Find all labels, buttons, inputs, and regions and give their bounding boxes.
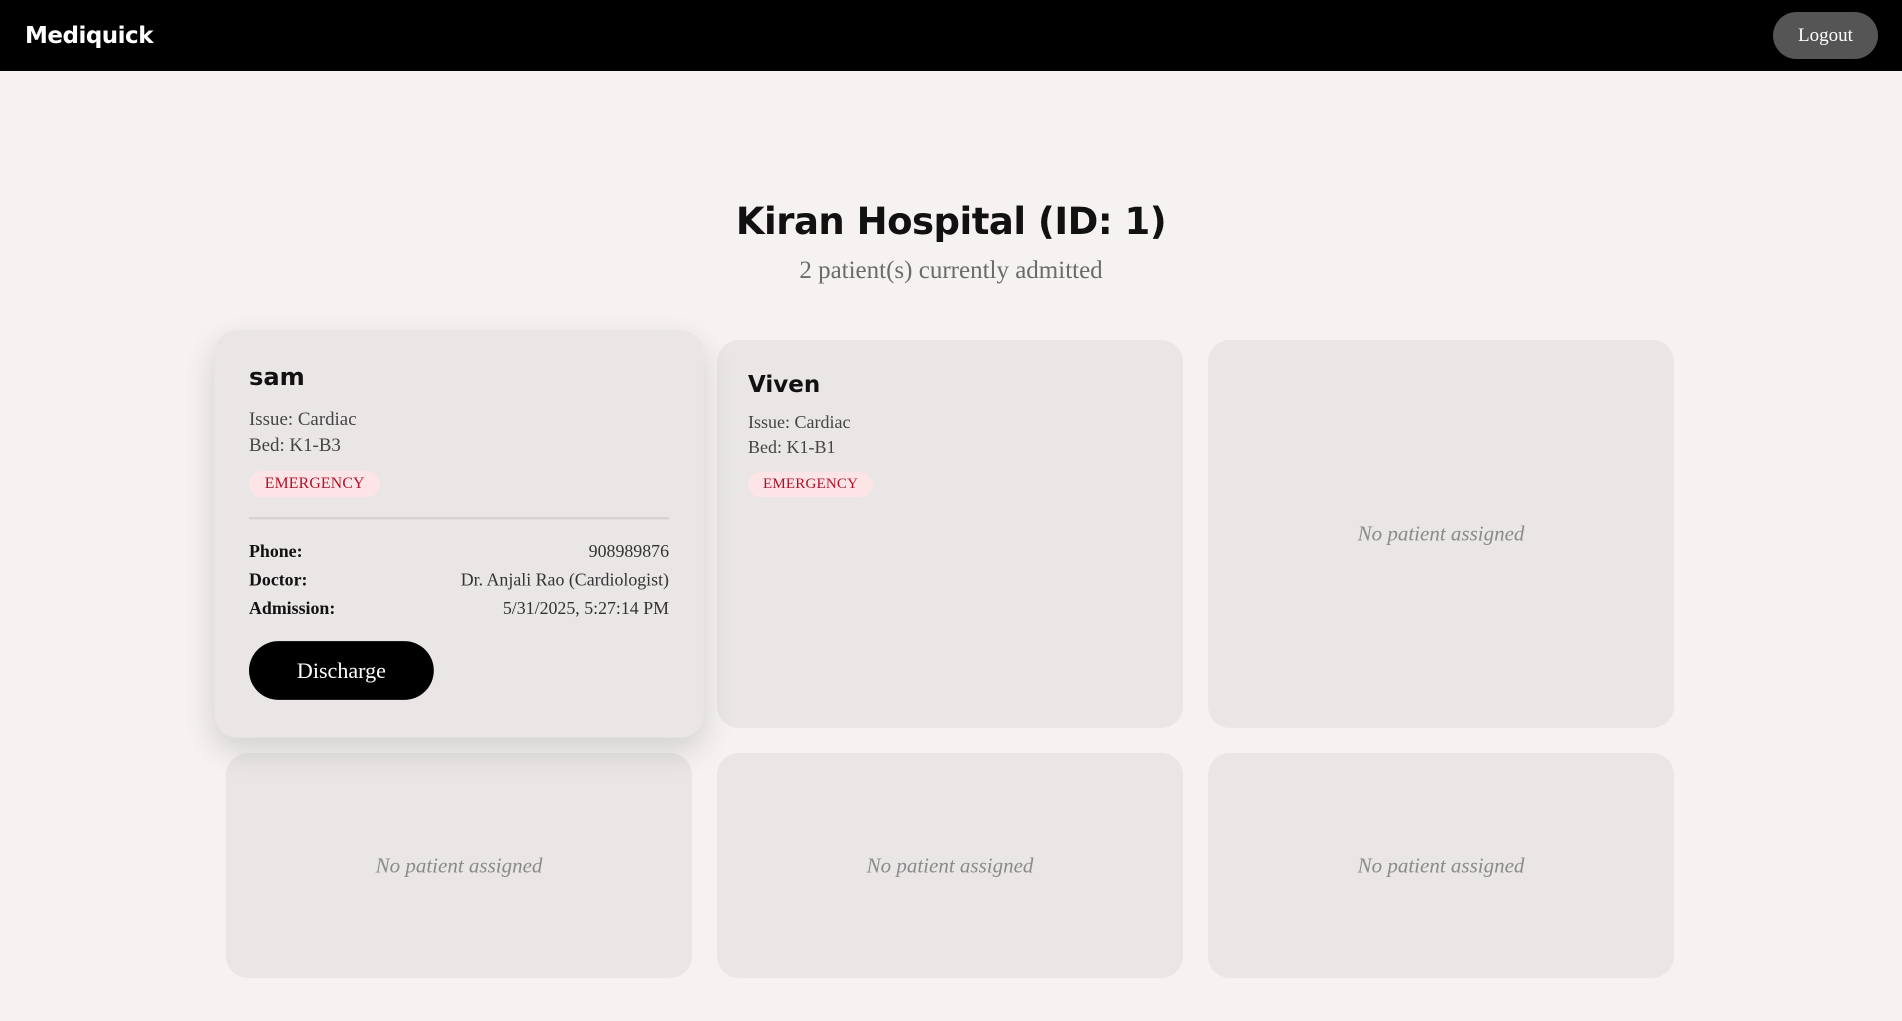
patient-issue: Issue: Cardiac (249, 408, 357, 429)
logout-button[interactable]: Logout (1773, 12, 1878, 59)
patient-name: Viven (748, 372, 821, 398)
status-badge: EMERGENCY (748, 472, 874, 497)
patient-name: sam (249, 363, 305, 392)
patient-issue: Issue: Cardiac (748, 412, 851, 432)
doctor-value: Dr. Anjali Rao (Cardiologist) (460, 569, 669, 590)
empty-bed-card: No patient assigned (1208, 753, 1674, 978)
detail-label: Doctor: (249, 569, 308, 590)
admission-value: 5/31/2025, 5:27:14 PM (502, 598, 669, 618)
empty-bed-card: No patient assigned (717, 753, 1183, 978)
divider (249, 517, 669, 520)
empty-bed-card: No patient assigned (1208, 340, 1674, 728)
discharge-button[interactable]: Discharge (249, 641, 434, 700)
patient-bed: Bed: K1-B1 (748, 437, 836, 457)
patient-card-sam[interactable]: sam Issue: Cardiac Bed: K1-B3 EMERGENCY … (214, 330, 704, 738)
empty-bed-card: No patient assigned (226, 753, 692, 978)
empty-bed-label: No patient assigned (1357, 853, 1525, 877)
page-title: Kiran Hospital (ID: 1) (735, 200, 1167, 243)
bed-grid: sam Issue: Cardiac Bed: K1-B3 EMERGENCY … (214, 330, 1676, 978)
patient-bed: Bed: K1-B3 (249, 434, 341, 456)
top-navbar: Mediquick Logout (0, 0, 1902, 71)
detail-label: Admission: (249, 598, 336, 618)
detail-label: Phone: (249, 541, 303, 562)
empty-bed-label: No patient assigned (375, 853, 543, 877)
phone-value: 908989876 (588, 541, 669, 562)
patient-card-viven[interactable]: Viven Issue: Cardiac Bed: K1-B1 EMERGENC… (717, 340, 1183, 728)
status-badge: EMERGENCY (249, 471, 381, 498)
detail-row-doctor: Doctor: Dr. Anjali Rao (Cardiologist) (249, 566, 669, 594)
admitted-count: 2 patient(s) currently admitted (799, 257, 1103, 284)
detail-row-phone: Phone: 908989876 (249, 537, 669, 565)
detail-row-admission: Admission: 5/31/2025, 5:27:14 PM (249, 594, 669, 622)
empty-bed-label: No patient assigned (1357, 521, 1525, 546)
empty-bed-label: No patient assigned (866, 853, 1034, 877)
brand-logo[interactable]: Mediquick (25, 23, 154, 49)
hospital-header: Kiran Hospital (ID: 1) 2 patient(s) curr… (0, 196, 1902, 288)
